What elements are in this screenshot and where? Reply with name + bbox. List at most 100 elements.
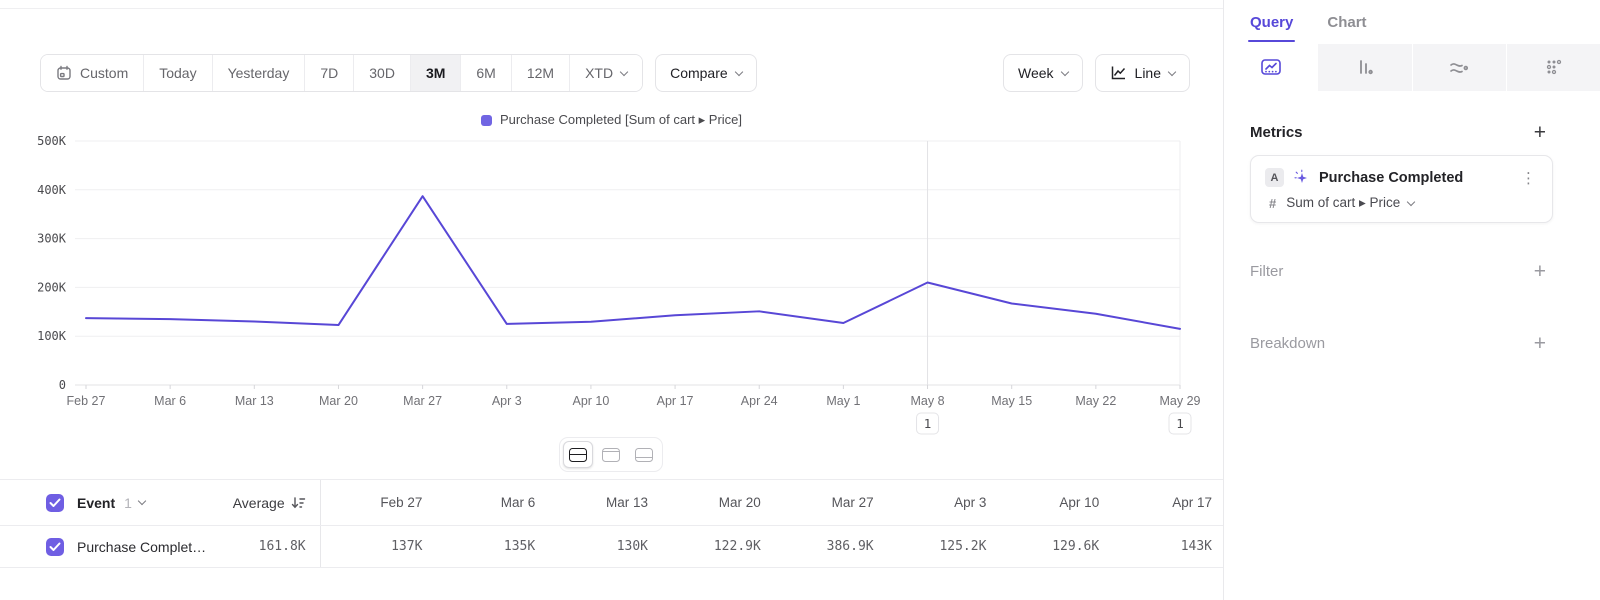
layout-split-button[interactable] <box>563 441 593 468</box>
table-only-icon <box>635 448 653 462</box>
tab-query[interactable]: Query <box>1250 0 1293 44</box>
filter-section-header: Filter + <box>1250 261 1546 282</box>
event-count: 1 <box>124 495 132 511</box>
average-label: Average <box>233 495 285 511</box>
chevron-down-icon <box>1407 197 1415 205</box>
event-label: Event <box>77 495 115 511</box>
chart-type-insights-button[interactable] <box>1224 44 1318 91</box>
date-column-header[interactable]: Apr 3 <box>885 495 998 510</box>
range-label: 7D <box>320 65 338 81</box>
layout-toggle <box>559 437 663 472</box>
compare-label: Compare <box>670 65 728 81</box>
average-value: 161.8K <box>259 539 306 554</box>
metric-name: Purchase Completed <box>1319 170 1510 186</box>
row-label[interactable]: Purchase Completed [... <box>77 539 211 555</box>
chevron-down-icon <box>620 67 628 75</box>
cell-value: 129.6K <box>997 539 1110 554</box>
metric-aggregation-label: Sum of cart ▸ Price <box>1286 195 1400 211</box>
query-sidebar: Query Chart <box>1223 0 1600 600</box>
numeric-property-icon: # <box>1269 196 1276 211</box>
insights-line-icon <box>1259 57 1283 79</box>
range-yesterday[interactable]: Yesterday <box>213 55 306 91</box>
y-tick-label: 100K <box>37 329 67 343</box>
range-12m[interactable]: 12M <box>512 55 570 91</box>
tab-chart[interactable]: Chart <box>1327 0 1366 44</box>
x-tick-label: May 22 <box>1075 394 1116 408</box>
sort-icon <box>291 496 306 510</box>
bar-chart-icon <box>1354 57 1376 79</box>
date-column-header[interactable]: Mar 6 <box>433 495 546 510</box>
select-all-checkbox[interactable] <box>46 494 64 512</box>
metric-aggregation-dropdown[interactable]: # Sum of cart ▸ Price <box>1269 195 1538 211</box>
cell-value: 125.2K <box>885 539 998 554</box>
breakdown-title: Breakdown <box>1250 335 1325 352</box>
event-column-header[interactable]: Event 1 <box>77 495 145 511</box>
date-column-header[interactable]: Apr 17 <box>1110 495 1223 510</box>
table-header-row: Event 1 Average Feb 27Mar 6Mar 13Mar 20M… <box>0 480 1223 525</box>
layout-chart-only-button[interactable] <box>596 441 626 468</box>
range-label: XTD <box>585 65 613 81</box>
x-tick-label: Apr 3 <box>492 394 522 408</box>
x-tick-label: Apr 17 <box>657 394 694 408</box>
range-6m[interactable]: 6M <box>461 55 511 91</box>
date-column-header[interactable]: Apr 10 <box>997 495 1110 510</box>
chart-type-bar-button[interactable] <box>1318 44 1412 91</box>
add-metric-button[interactable]: + <box>1534 122 1546 143</box>
x-tick-label: Feb 27 <box>67 394 106 408</box>
chart-type-flows-button[interactable] <box>1413 44 1507 91</box>
chevron-down-icon <box>138 497 146 505</box>
date-column-header[interactable]: Feb 27 <box>321 495 434 510</box>
cell-value: 122.9K <box>659 539 772 554</box>
table-row: Purchase Completed [... 161.8K 137K135K1… <box>0 525 1223 568</box>
y-tick-label: 200K <box>37 280 67 294</box>
add-filter-button[interactable]: + <box>1534 261 1546 282</box>
x-tick-label: Mar 6 <box>154 394 186 408</box>
app: Custom TodayYesterday 7D 30D 3M 6M 12M XTD Comp… <box>0 0 1600 600</box>
x-tick-label: Mar 27 <box>403 394 442 408</box>
x-tick-label: May 1 <box>826 394 860 408</box>
svg-text:1: 1 <box>1176 416 1184 431</box>
range-xtd[interactable]: XTD <box>570 55 642 91</box>
add-breakdown-button[interactable]: + <box>1534 333 1546 354</box>
breakdown-section-header: Breakdown + <box>1250 333 1546 354</box>
range-7d[interactable]: 7D <box>305 55 354 91</box>
chart-type-switcher <box>1224 44 1600 91</box>
x-tick-label: May 8 <box>911 394 945 408</box>
range-3m[interactable]: 3M <box>411 55 461 91</box>
sidebar-tabs: Query Chart <box>1224 0 1600 44</box>
metrics-title: Metrics <box>1250 124 1303 141</box>
layout-table-only-button[interactable] <box>629 441 659 468</box>
line-chart: 0100K200K300K400K500KFeb 27Mar 6Mar 13Ma… <box>0 135 1223 440</box>
range-label: 30D <box>369 65 395 81</box>
cell-value: 143K <box>1110 539 1223 554</box>
toolbar: Custom TodayYesterday 7D 30D 3M 6M 12M XTD Comp… <box>40 54 1190 92</box>
chart-type-segmentation-button[interactable] <box>1507 44 1600 91</box>
range-30d[interactable]: 30D <box>354 55 411 91</box>
range-label: Custom <box>80 65 128 81</box>
date-column-header[interactable]: Mar 20 <box>659 495 772 510</box>
granularity-button[interactable]: Week <box>1003 54 1083 92</box>
annotation-badge[interactable]: 1 <box>1169 413 1191 434</box>
metric-card[interactable]: A Purchase Completed ⋮ # Sum of cart ▸ P… <box>1250 155 1553 223</box>
annotation-badge[interactable]: 1 <box>917 413 939 434</box>
compare-button[interactable]: Compare <box>655 54 757 92</box>
x-tick-label: Apr 24 <box>741 394 778 408</box>
date-column-header[interactable]: Mar 27 <box>772 495 885 510</box>
range-today[interactable]: Today <box>144 55 212 91</box>
chart-type-button[interactable]: Line <box>1095 54 1190 92</box>
date-column-header[interactable]: Mar 13 <box>546 495 659 510</box>
chart-only-icon <box>602 448 620 462</box>
metric-letter-badge: A <box>1265 168 1284 187</box>
average-column-header[interactable]: Average <box>211 495 306 511</box>
range-label: 3M <box>426 65 445 81</box>
row-checkbox[interactable] <box>46 538 64 556</box>
date-range-group: Custom TodayYesterday 7D 30D 3M 6M 12M XTD <box>40 54 643 92</box>
report-main: Custom TodayYesterday 7D 30D 3M 6M 12M XTD Comp… <box>0 0 1223 600</box>
metric-menu-button[interactable]: ⋮ <box>1519 169 1538 187</box>
filter-title: Filter <box>1250 263 1283 280</box>
cell-value: 130K <box>546 539 659 554</box>
range-label: 12M <box>527 65 554 81</box>
cell-value: 386.9K <box>772 539 885 554</box>
range-custom[interactable]: Custom <box>41 55 144 91</box>
chevron-down-icon <box>1060 67 1068 75</box>
